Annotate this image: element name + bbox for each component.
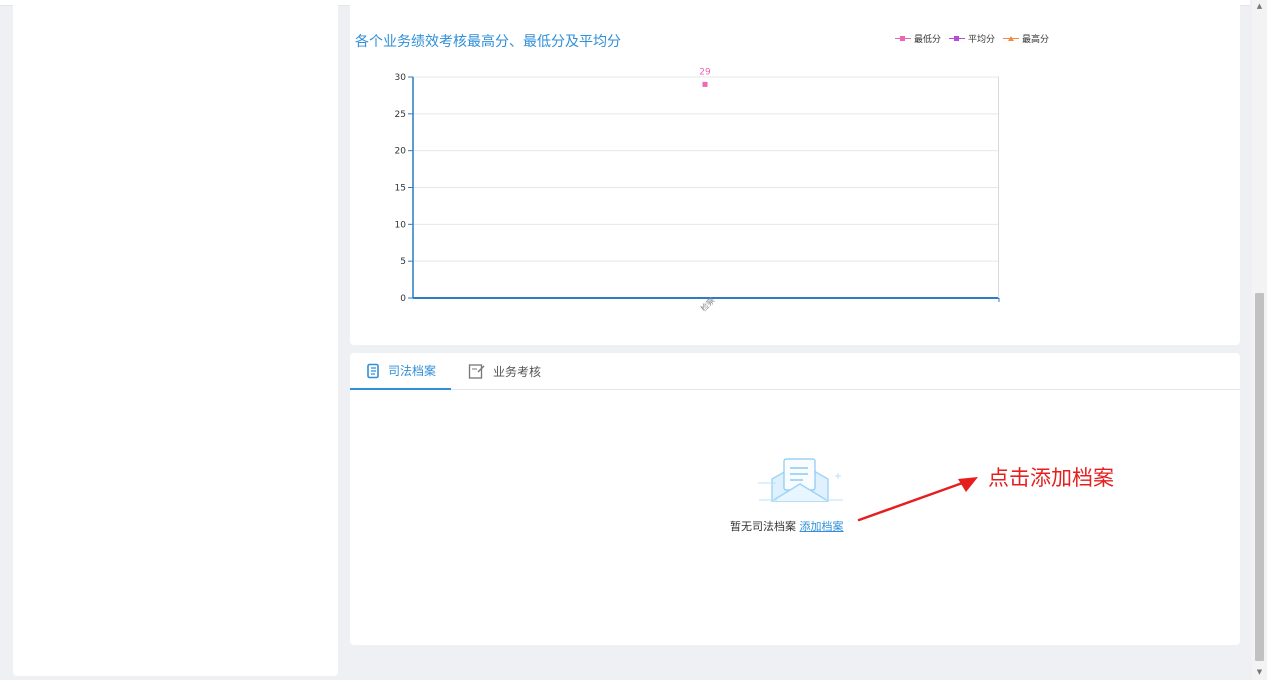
legend-label: 平均分 xyxy=(968,35,996,45)
annotation-arrow xyxy=(857,477,978,522)
chart-title: 各个业务绩效考核最高分、最低分及平均分 xyxy=(355,34,621,50)
legend-item-lowest[interactable]: 最低分 xyxy=(895,32,941,45)
plot-border xyxy=(998,77,999,298)
y-tick-label: 10 xyxy=(395,220,407,230)
y-tick-label: 30 xyxy=(395,73,407,83)
y-tick-label: 15 xyxy=(395,184,406,194)
score-scatter-chart: 051015202530检察29 xyxy=(395,67,1000,313)
legend-label: 最低分 xyxy=(914,35,942,45)
legend-triangle-icon xyxy=(1003,34,1020,43)
tab-business-assessment[interactable]: 业务考核 xyxy=(468,353,541,389)
empty-state-text: 暂无司法档案 xyxy=(730,520,796,533)
scroll-down-icon[interactable]: ▼ xyxy=(1255,668,1264,677)
chart-legend: 最低分 平均分 最高分 xyxy=(895,32,1049,45)
legend-square-icon xyxy=(949,34,966,43)
scroll-thumb[interactable] xyxy=(1255,293,1264,661)
scroll-up-icon[interactable]: ▲ xyxy=(1255,2,1264,11)
legend-label: 最高分 xyxy=(1022,35,1050,45)
y-tick-label: 20 xyxy=(395,147,407,157)
document-icon xyxy=(367,363,379,378)
left-panel xyxy=(13,0,338,676)
legend-item-average[interactable]: 平均分 xyxy=(949,32,995,45)
legend-item-highest[interactable]: 最高分 xyxy=(1003,32,1049,45)
tab-label: 业务考核 xyxy=(493,364,542,379)
empty-state-message: 暂无司法档案 添加档案 xyxy=(730,518,844,534)
add-record-link[interactable]: 添加档案 xyxy=(800,520,844,533)
legend-square-icon xyxy=(895,34,911,43)
vertical-scrollbar[interactable]: ▲ ▼ xyxy=(1252,0,1267,680)
y-tick-label: 5 xyxy=(400,257,406,267)
tab-label: 司法档案 xyxy=(388,364,437,378)
record-tabs-card: 司法档案 业务考核 暂无司法档案 添加档案 xyxy=(350,353,1240,645)
performance-chart-card: 各个业务绩效考核最高分、最低分及平均分 最低分 平均分 最高分 0 5 10 15 20… xyxy=(350,0,1240,345)
tab-bar: 司法档案 业务考核 xyxy=(350,353,1240,390)
y-tick-label: 25 xyxy=(395,110,406,120)
data-point-lowest xyxy=(702,81,708,87)
y-tick-label: 0 xyxy=(400,294,406,304)
envelope-empty-icon xyxy=(758,458,843,502)
annotation-label: 点击添加档案 xyxy=(988,466,1114,490)
tab-judicial-records[interactable]: 司法档案 xyxy=(350,353,452,390)
edit-note-icon xyxy=(468,363,485,379)
data-label: 29 xyxy=(699,67,711,77)
